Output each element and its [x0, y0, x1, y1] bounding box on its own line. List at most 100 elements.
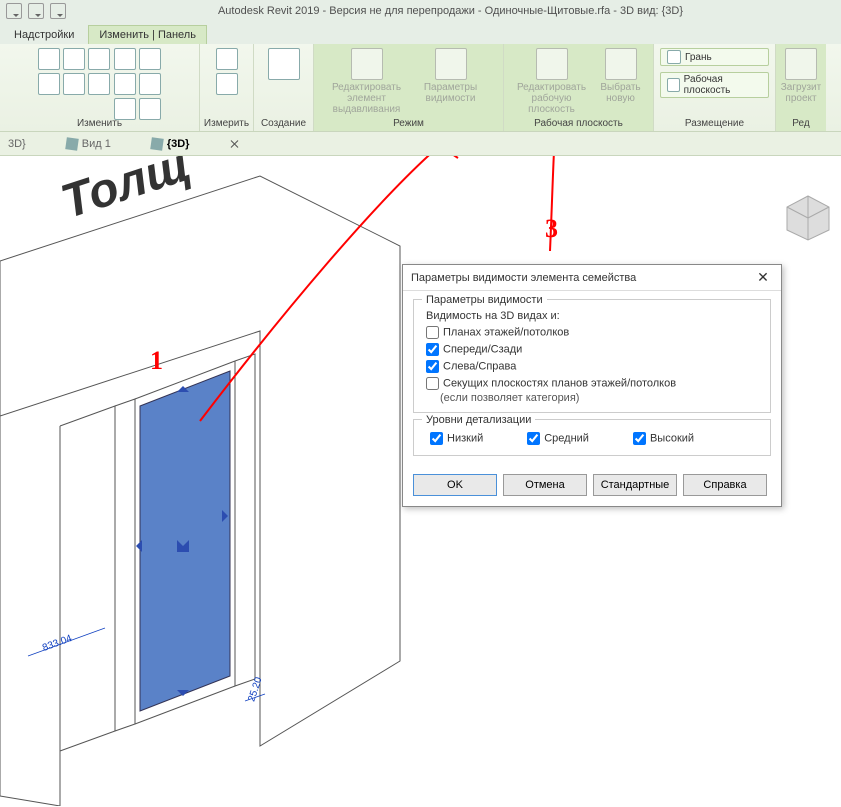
modify-icon-4[interactable] [38, 73, 60, 95]
iso-drawing [0, 156, 420, 806]
cb-left-right[interactable] [426, 360, 439, 373]
ribbon-tabs: Надстройки Изменить | Панель [0, 22, 841, 44]
cb-low[interactable] [430, 432, 443, 445]
cb-plan-row[interactable]: Планах этажей/потолков [422, 324, 762, 341]
edit-extrusion-l2: элемент выдавливания [333, 93, 401, 115]
visibility-params-icon [435, 48, 467, 80]
dialog-titlebar[interactable]: Параметры видимости элемента семейства ✕ [403, 265, 781, 291]
cb-cut-label: Секущих плоскостях планов этажей/потолко… [443, 377, 676, 389]
edit-extrusion-button[interactable]: Редактироватьэлемент выдавливания [327, 48, 407, 115]
view-cube[interactable] [783, 192, 833, 242]
ribbon: Изменить Измерить Создание Редактировать… [0, 44, 841, 132]
cb-med-row[interactable]: Средний [523, 430, 589, 447]
window-title: Autodesk Revit 2019 - Версия не для пере… [66, 5, 835, 17]
work-area: 3D} Вид 1 {3D} Толщ [0, 132, 841, 807]
modify-icon-6[interactable] [88, 73, 110, 95]
close-tab-icon[interactable] [229, 138, 241, 150]
view-tabs: 3D} Вид 1 {3D} [0, 132, 841, 156]
edit-wp-l2: рабочую плоскость [528, 93, 575, 115]
pick-new-l1: Выбрать [600, 82, 640, 93]
load-l1: Загрузит [781, 82, 821, 93]
group-edit-label: Ред [792, 116, 809, 129]
cube-icon [150, 137, 164, 151]
visibility-legend: Параметры видимости [422, 294, 547, 306]
drawing-canvas[interactable]: Толщ 833.04 25.20 [0, 156, 841, 807]
edit-workplane-icon [536, 48, 568, 80]
modify-icon-3[interactable] [88, 48, 110, 70]
tab-modify-panel[interactable]: Изменить | Панель [88, 25, 207, 44]
annotation-3: 3 [545, 214, 558, 244]
visibility-params-button[interactable]: Параметрывидимости [411, 48, 491, 104]
cb-left-right-row[interactable]: Слева/Справа [422, 358, 762, 375]
cb-plan-label: Планах этажей/потолков [443, 326, 569, 338]
workplane-icon [667, 78, 680, 92]
group-modify-label: Изменить [77, 116, 122, 129]
view-tab-view1[interactable]: Вид 1 [66, 138, 111, 150]
edit-extrusion-icon [351, 48, 383, 80]
cb-low-label: Низкий [447, 432, 483, 444]
cb-plan[interactable] [426, 326, 439, 339]
qat-icon-1[interactable] [6, 3, 22, 19]
pick-new-l2: новую [606, 93, 635, 104]
qat-icon-2[interactable] [28, 3, 44, 19]
load-l2: проект [785, 93, 816, 104]
modify-icon-10[interactable] [139, 73, 161, 95]
group-mode-label: Режим [393, 116, 424, 129]
modify-icon-9[interactable] [114, 73, 136, 95]
pick-new-icon [605, 48, 637, 80]
cb-cut-row[interactable]: Секущих плоскостях планов этажей/потолко… [422, 375, 762, 392]
group-create-label: Создание [261, 116, 306, 129]
cb-high-row[interactable]: Высокий [629, 430, 694, 447]
qat-icon-3[interactable] [50, 3, 66, 19]
cb-front-back[interactable] [426, 343, 439, 356]
view-tab-3d-prev[interactable]: 3D} [8, 138, 26, 150]
detail-fieldset: Уровни детализации Низкий Средний Высоки… [413, 419, 771, 456]
face-label: Грань [685, 52, 712, 63]
pick-new-button[interactable]: Выбратьновую [596, 48, 646, 104]
visibility-on-label: Видимость на 3D видах и: [422, 310, 762, 324]
tab-addins[interactable]: Надстройки [4, 26, 84, 44]
title-bar: Autodesk Revit 2019 - Версия не для пере… [0, 0, 841, 22]
cb-high[interactable] [633, 432, 646, 445]
dialog-title-text: Параметры видимости элемента семейства [411, 272, 636, 284]
cb-high-label: Высокий [650, 432, 694, 444]
cube-icon [65, 137, 79, 151]
visibility-dialog: Параметры видимости элемента семейства ✕… [402, 264, 782, 507]
group-placement-label: Размещение [685, 116, 744, 129]
modify-icon-5[interactable] [63, 73, 85, 95]
measure-icon-1[interactable] [216, 48, 238, 70]
create-icon[interactable] [268, 48, 300, 80]
cb-front-back-label: Спереди/Сзади [443, 343, 522, 355]
view-tab-3d-active[interactable]: {3D} [151, 138, 190, 150]
detail-legend: Уровни детализации [422, 414, 535, 426]
face-icon [667, 50, 681, 64]
edit-extrusion-l1: Редактировать [332, 82, 401, 93]
default-button[interactable]: Стандартные [593, 474, 677, 496]
cancel-button[interactable]: Отмена [503, 474, 587, 496]
cb-left-right-label: Слева/Справа [443, 360, 516, 372]
load-project-button[interactable]: Загрузитпроект [779, 48, 823, 104]
edit-workplane-button[interactable]: Редактироватьрабочую плоскость [512, 48, 592, 115]
workplane-option[interactable]: Рабочая плоскость [660, 72, 769, 98]
face-option[interactable]: Грань [660, 48, 769, 66]
edit-wp-l1: Редактировать [517, 82, 586, 93]
cb-med[interactable] [527, 432, 540, 445]
modify-icon-1[interactable] [38, 48, 60, 70]
cb-front-back-row[interactable]: Спереди/Сзади [422, 341, 762, 358]
cb-med-label: Средний [544, 432, 589, 444]
group-workplane-label: Рабочая плоскость [534, 116, 623, 129]
visibility-l2: видимости [426, 93, 476, 104]
load-project-icon [785, 48, 817, 80]
ok-button[interactable]: OK [413, 474, 497, 496]
cb-low-row[interactable]: Низкий [426, 430, 483, 447]
modify-icon-12[interactable] [139, 98, 161, 120]
measure-icon-2[interactable] [216, 73, 238, 95]
close-icon[interactable]: ✕ [753, 268, 773, 288]
help-button[interactable]: Справка [683, 474, 767, 496]
modify-icon-8[interactable] [139, 48, 161, 70]
visibility-l1: Параметры [424, 82, 477, 93]
view-tab-1-label: Вид 1 [82, 138, 111, 150]
modify-icon-2[interactable] [63, 48, 85, 70]
cb-cut[interactable] [426, 377, 439, 390]
modify-icon-7[interactable] [114, 48, 136, 70]
